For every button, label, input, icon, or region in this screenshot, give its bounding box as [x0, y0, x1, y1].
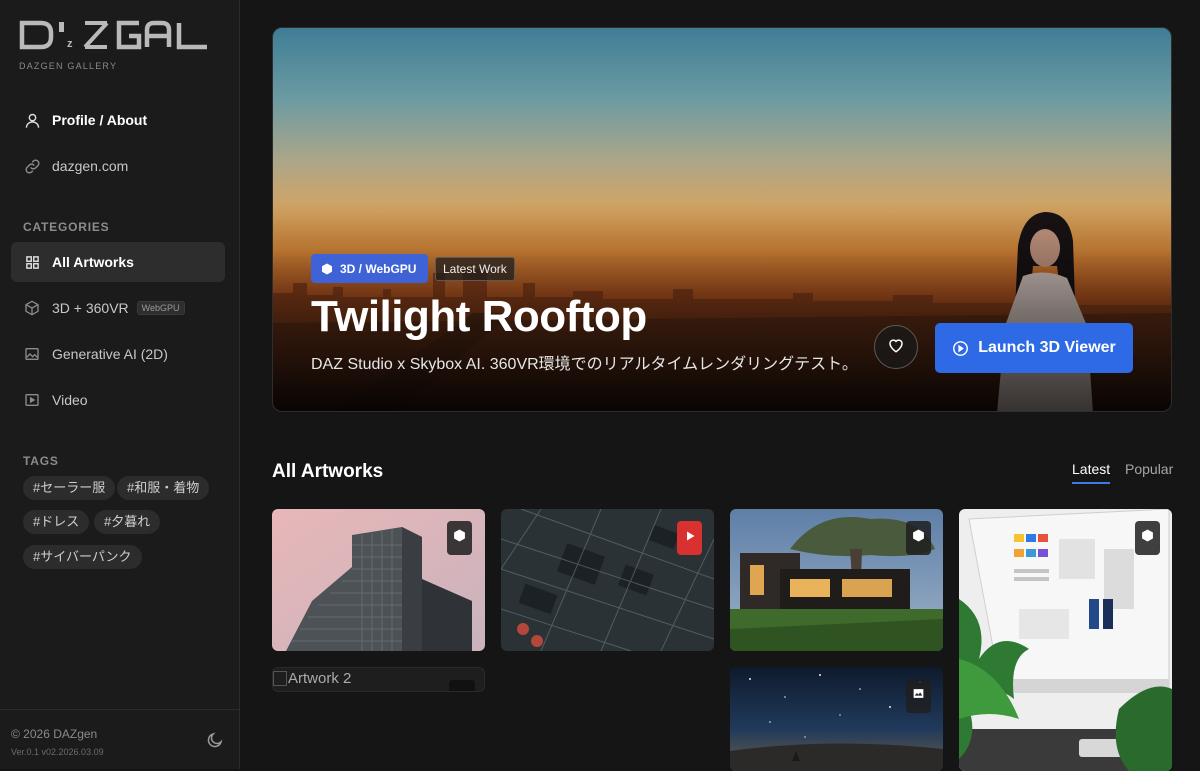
tag-dusk[interactable]: #夕暮れ [94, 510, 161, 534]
card-type-badge [906, 679, 931, 713]
hero-category-label: 3D / WebGPU [340, 261, 417, 276]
sort-tab-active-indicator [1072, 482, 1110, 484]
category-3d-360vr[interactable]: 3D + 360VR WebGPU [11, 288, 225, 328]
tag-sailor-uniform[interactable]: #セーラー服 [23, 476, 116, 500]
nav-dazgen-label: dazgen.com [52, 158, 129, 174]
favorite-button[interactable] [874, 325, 918, 369]
artwork-card[interactable] [730, 667, 943, 771]
tag-kimono[interactable]: #和服・着物 [117, 476, 210, 500]
artwork-card[interactable] [730, 509, 943, 651]
launch-3d-viewer-button[interactable]: Launch 3D Viewer [935, 323, 1133, 373]
cube-icon [1141, 529, 1154, 547]
play-icon [684, 529, 696, 547]
tag-cyberpunk[interactable]: #サイバーパンク [23, 545, 142, 569]
broken-image: Artwork 2 [273, 670, 351, 687]
category-3d-360vr-label: 3D + 360VR [52, 300, 129, 316]
cube-icon [453, 529, 466, 547]
latest-work-badge: Latest Work [435, 257, 515, 281]
tag-dress[interactable]: #ドレス [23, 510, 90, 534]
card-type-badge [449, 680, 475, 691]
category-all-artworks-label: All Artworks [52, 254, 134, 270]
category-generative-ai-label: Generative AI (2D) [52, 346, 168, 362]
artwork-card-broken[interactable]: Artwork 2 [272, 667, 485, 692]
svg-text:z: z [67, 38, 73, 50]
nav-dazgen-link[interactable]: dazgen.com [11, 146, 225, 186]
card-type-badge [906, 521, 931, 555]
card-type-badge [447, 521, 472, 555]
version-text: Ver.0.1 v02.2026.03.09 [11, 747, 104, 757]
card-type-badge [677, 521, 702, 555]
launch-3d-viewer-label: Launch 3D Viewer [978, 339, 1116, 356]
hero-category-badge: 3D / WebGPU [311, 254, 429, 283]
cube-icon [23, 299, 41, 317]
card-type-badge [1135, 521, 1160, 555]
sidebar: z DAZGEN GALLERY Profile / About dazgen.… [0, 0, 240, 769]
moon-icon [206, 732, 224, 753]
link-icon [23, 157, 41, 175]
sort-tab-popular[interactable]: Popular [1125, 461, 1173, 477]
cube-icon [912, 529, 925, 547]
copyright-text: © 2026 DAZgen [11, 727, 98, 741]
categories-title: CATEGORIES [23, 220, 110, 234]
image-icon [23, 345, 41, 363]
hero-title: Twilight Rooftop [311, 292, 647, 341]
nav-profile-about[interactable]: Profile / About [11, 100, 225, 140]
broken-image-icon [273, 671, 287, 686]
heart-icon [887, 336, 905, 359]
tags-title: TAGS [23, 454, 59, 468]
cube-icon [321, 263, 333, 275]
category-video[interactable]: Video [11, 380, 225, 420]
app-subtitle: DAZGEN GALLERY [19, 61, 118, 71]
sort-tab-latest[interactable]: Latest [1072, 461, 1110, 477]
artwork-card[interactable] [959, 509, 1172, 771]
category-generative-ai[interactable]: Generative AI (2D) [11, 334, 225, 374]
webgpu-badge: WebGPU [136, 301, 185, 315]
app-logo[interactable]: z [19, 20, 209, 50]
image-icon [912, 687, 925, 705]
sidebar-footer-divider [0, 709, 240, 710]
nav-profile-about-label: Profile / About [52, 112, 148, 128]
artwork-card[interactable] [272, 509, 485, 651]
artwork-card[interactable] [501, 509, 714, 651]
theme-toggle-button[interactable] [206, 731, 226, 751]
category-video-label: Video [52, 392, 88, 408]
category-all-artworks[interactable]: All Artworks [11, 242, 225, 282]
user-icon [23, 111, 41, 129]
video-icon [23, 391, 41, 409]
gallery-heading: All Artworks [272, 461, 384, 482]
play-circle-icon [952, 340, 969, 357]
artwork-alt-text: Artwork 2 [288, 670, 352, 687]
grid-icon [23, 253, 41, 271]
hero-description: DAZ Studio x Skybox AI. 360VR環境でのリアルタイムレ… [311, 356, 858, 373]
